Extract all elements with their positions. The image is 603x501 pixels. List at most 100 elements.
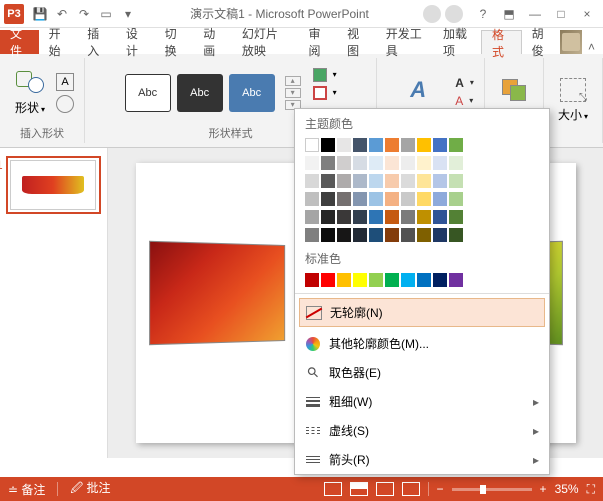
edit-shape-icon[interactable] [56,95,74,113]
zoom-out-button[interactable]: − [437,482,444,496]
collapse-ribbon-icon[interactable]: ˄ [588,40,595,54]
color-swatch[interactable] [449,228,463,242]
tab-review[interactable]: 审阅 [298,30,337,54]
shape-style-3[interactable]: Abc [229,74,275,112]
dashes-item[interactable]: 虚线(S)▸ [295,416,549,445]
tab-design[interactable]: 设计 [116,30,155,54]
normal-view-icon[interactable] [324,482,342,496]
color-swatch[interactable] [433,156,447,170]
color-swatch[interactable] [417,174,431,188]
tab-format[interactable]: 格式 [481,30,522,54]
comments-button[interactable]: 🖉 批注 [70,479,110,500]
ribbon-options-icon[interactable]: ⬒ [497,4,521,24]
color-swatch[interactable] [385,228,399,242]
color-swatch[interactable] [401,156,415,170]
color-swatch[interactable] [449,210,463,224]
zoom-in-button[interactable]: + [540,482,547,496]
color-swatch[interactable] [417,273,431,287]
color-swatch[interactable] [321,138,335,152]
color-swatch[interactable] [417,138,431,152]
minimize-icon[interactable]: — [523,4,547,24]
color-swatch[interactable] [401,138,415,152]
size-button[interactable]: 大小▾ [554,74,592,127]
color-swatch[interactable] [385,210,399,224]
color-swatch[interactable] [305,210,319,224]
color-swatch[interactable] [369,210,383,224]
color-swatch[interactable] [337,210,351,224]
zoom-slider[interactable] [452,488,532,491]
textbox-icon[interactable]: A [56,73,74,91]
color-swatch[interactable] [401,210,415,224]
color-swatch[interactable] [385,138,399,152]
shape-outline-button[interactable]: ▾ [313,86,337,100]
zoom-level[interactable]: 35% [555,482,579,496]
more-outline-colors-item[interactable]: 其他轮廓颜色(M)... [295,329,549,358]
save-icon[interactable]: 💾 [32,6,48,22]
tab-slideshow[interactable]: 幻灯片放映 [232,30,299,54]
color-swatch[interactable] [321,228,335,242]
text-outline-button[interactable]: A▾ [455,94,474,108]
color-swatch[interactable] [369,156,383,170]
color-swatch[interactable] [321,192,335,206]
color-swatch[interactable] [449,192,463,206]
color-swatch[interactable] [449,156,463,170]
qat-more-icon[interactable]: ▾ [120,6,136,22]
color-swatch[interactable] [433,192,447,206]
no-outline-item[interactable]: 无轮廓(N) [299,298,545,327]
shape-style-1[interactable]: Abc [125,74,171,112]
text-fill-button[interactable]: A▾ [455,76,474,90]
color-swatch[interactable] [305,273,319,287]
color-swatch[interactable] [337,174,351,188]
color-swatch[interactable] [401,273,415,287]
user-name[interactable]: 胡俊 [522,30,561,54]
color-swatch[interactable] [369,273,383,287]
color-swatch[interactable] [385,273,399,287]
color-swatch[interactable] [369,138,383,152]
close-icon[interactable]: × [575,4,599,24]
redo-icon[interactable]: ↷ [76,6,92,22]
color-swatch[interactable] [353,192,367,206]
color-swatch[interactable] [433,228,447,242]
tab-file[interactable]: 文件 [0,30,39,54]
shape-fill-button[interactable]: ▾ [313,68,337,82]
color-swatch[interactable] [337,192,351,206]
voice-icon[interactable] [423,5,441,23]
color-swatch[interactable] [369,228,383,242]
color-swatch[interactable] [385,156,399,170]
help-icon[interactable]: ? [471,4,495,24]
weight-item[interactable]: 粗细(W)▸ [295,387,549,416]
sorter-view-icon[interactable] [350,482,368,496]
color-swatch[interactable] [385,192,399,206]
color-swatch[interactable] [305,228,319,242]
tab-animations[interactable]: 动画 [193,30,232,54]
color-swatch[interactable] [353,228,367,242]
color-swatch[interactable] [401,228,415,242]
color-swatch[interactable] [353,156,367,170]
color-swatch[interactable] [337,273,351,287]
color-swatch[interactable] [417,210,431,224]
color-swatch[interactable] [353,174,367,188]
color-swatch[interactable] [433,273,447,287]
color-swatch[interactable] [417,192,431,206]
tab-view[interactable]: 视图 [337,30,376,54]
color-swatch[interactable] [433,210,447,224]
slideshow-view-icon[interactable] [402,482,420,496]
color-swatch[interactable] [417,156,431,170]
tab-developer[interactable]: 开发工具 [376,30,433,54]
color-swatch[interactable] [353,273,367,287]
style-row-down-icon[interactable]: ▾ [285,88,301,98]
arrows-item[interactable]: 箭头(R)▸ [295,445,549,474]
fit-to-window-icon[interactable]: ⛶ [587,482,595,497]
color-swatch[interactable] [353,138,367,152]
tab-addins[interactable]: 加载项 [433,30,481,54]
color-swatch[interactable] [321,156,335,170]
eyedropper-item[interactable]: ⚲ 取色器(E) [295,358,549,387]
notes-button[interactable]: ≐ 备注 [8,481,45,498]
shape-style-2[interactable]: Abc [177,74,223,112]
color-swatch[interactable] [369,174,383,188]
reading-view-icon[interactable] [376,482,394,496]
color-swatch[interactable] [305,174,319,188]
image-left[interactable] [149,241,285,345]
tab-home[interactable]: 开始 [39,30,78,54]
color-swatch[interactable] [401,174,415,188]
